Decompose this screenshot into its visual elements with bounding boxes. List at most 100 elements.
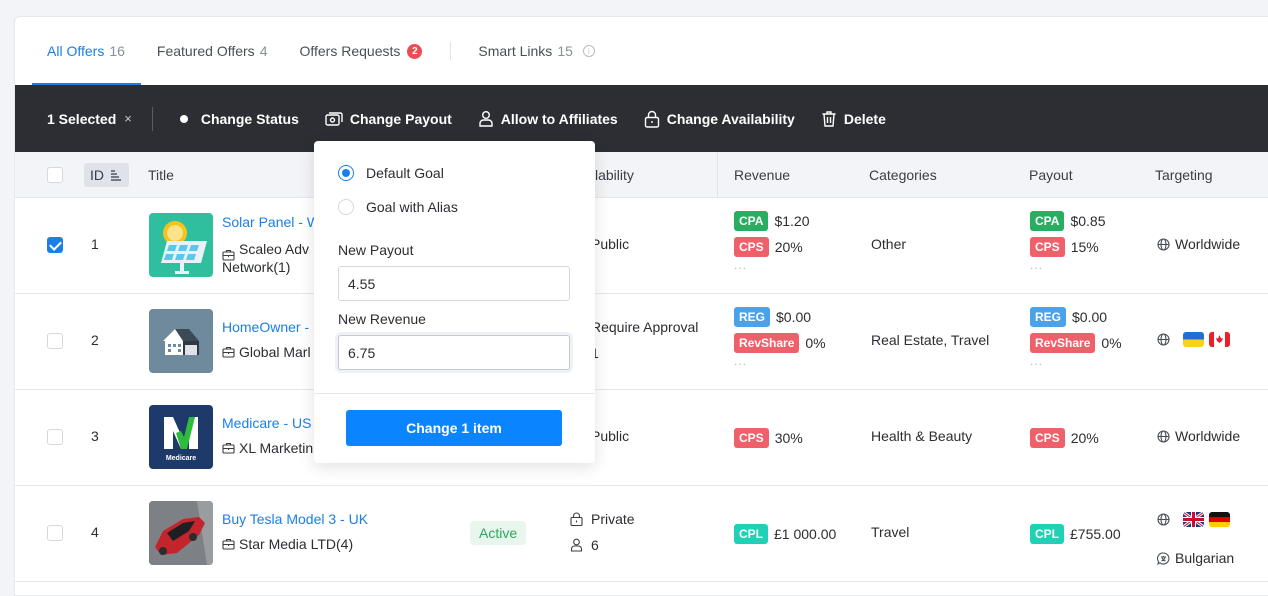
tab-all-offers[interactable]: All Offers 16: [32, 17, 141, 85]
change-status-button[interactable]: Change Status: [179, 111, 299, 127]
button-label: Change Status: [200, 110, 299, 127]
column-targeting[interactable]: Targeting: [1155, 152, 1213, 198]
lock-icon: [644, 110, 659, 128]
radio-unselected-icon[interactable]: [338, 199, 354, 215]
categories: Travel: [871, 524, 910, 540]
goal-type-badge: CPS: [1030, 428, 1065, 448]
offer-title[interactable]: Buy Tesla Model 3 - UK: [222, 511, 368, 527]
revenue-cell: CPS 30%: [734, 425, 803, 451]
advertiser-name-cont: Network(1): [222, 259, 291, 275]
row-checkbox[interactable]: [47, 525, 63, 541]
offers-card: All Offers 16 Featured Offers 4 Offers R…: [14, 16, 1268, 596]
row-checkbox[interactable]: [47, 237, 63, 253]
row-checkbox[interactable]: [47, 333, 63, 349]
selected-count: 1 Selected: [47, 110, 117, 127]
house-image: [163, 329, 199, 355]
new-revenue-input[interactable]: [338, 335, 570, 370]
tab-featured-offers[interactable]: Featured Offers 4: [157, 17, 268, 85]
table-row[interactable]: 3 Medicare Medicare - US XL Marketin Pub…: [15, 390, 1268, 486]
payout-item: CPA $0.85: [1030, 208, 1106, 234]
allow-to-affiliates-button[interactable]: Allow to Affiliates: [478, 110, 618, 127]
revenue-item: CPS 20%: [734, 234, 803, 260]
revenue-value: 30%: [774, 430, 803, 446]
payout-value: £755.00: [1070, 526, 1121, 542]
user-icon: [570, 538, 583, 552]
goal-type-badge: CPA: [1030, 211, 1065, 231]
payout-value: $0.85: [1070, 213, 1106, 229]
select-all-checkbox[interactable]: [47, 167, 63, 183]
revenue-value: 0%: [805, 335, 826, 351]
offer-title[interactable]: Medicare - US: [222, 415, 311, 431]
cash-icon: [325, 111, 343, 126]
revenue-cell: CPA $1.20 CPS 20% ...: [734, 208, 810, 271]
change-availability-button[interactable]: Change Availability: [644, 110, 795, 128]
toolbar-divider: [151, 106, 153, 131]
goal-type-badge: REG: [1030, 307, 1067, 327]
column-title[interactable]: Title: [148, 152, 174, 198]
column-label: ID: [90, 167, 104, 183]
advertiser-name: Scaleo Adv: [239, 241, 310, 257]
payout-cell: CPS 20%: [1030, 425, 1099, 451]
tab-smart-links[interactable]: Smart Links 15 i: [478, 17, 595, 85]
offer-title[interactable]: HomeOwner -: [222, 319, 309, 335]
offer-title-link[interactable]: Solar Panel - W: [222, 214, 320, 230]
payout-item: RevShare 0%: [1030, 330, 1122, 356]
advertiser: XL Marketin: [222, 440, 313, 456]
notification-badge: 2: [407, 43, 423, 59]
radio-label: Goal with Alias: [366, 199, 458, 215]
affiliate-count: 6: [570, 537, 599, 553]
more-goals-indicator[interactable]: ...: [1030, 259, 1043, 271]
revenue-value: £1 000.00: [774, 526, 837, 542]
row-id: 2: [91, 332, 99, 348]
tab-offers-requests[interactable]: Offers Requests 2: [299, 17, 423, 85]
advertiser-name: Global Marl: [239, 344, 311, 360]
offer-title-link[interactable]: Buy Tesla Model 3 - UK: [222, 511, 368, 527]
targeting: Worldwide: [1157, 428, 1240, 444]
radio-selected-icon[interactable]: [338, 165, 354, 181]
briefcase-icon: [222, 538, 235, 550]
id-sort-toggle[interactable]: ID: [84, 163, 129, 187]
language-text: Bulgarian: [1175, 550, 1235, 566]
targeting-geo: [1157, 512, 1230, 527]
button-label: Allow to Affiliates: [500, 110, 618, 127]
more-goals-indicator[interactable]: ...: [734, 259, 747, 271]
availability: Require Approval: [591, 319, 699, 335]
column-revenue[interactable]: Revenue: [734, 152, 790, 198]
column-payout[interactable]: Payout: [1029, 152, 1073, 198]
more-goals-indicator[interactable]: ...: [1030, 355, 1043, 367]
lock-icon: [570, 512, 583, 526]
offer-title[interactable]: Solar Panel - W: [222, 214, 320, 230]
revenue-value: $1.20: [774, 213, 810, 229]
column-id[interactable]: ID: [84, 152, 129, 198]
payout-cell: CPA $0.85 CPS 15% ...: [1030, 208, 1106, 271]
default-goal-radio[interactable]: Default Goal: [338, 165, 444, 181]
targeting: [1157, 332, 1230, 347]
new-payout-input[interactable]: [338, 266, 570, 301]
column-categories[interactable]: Categories: [869, 152, 937, 198]
change-items-button[interactable]: Change 1 item: [346, 410, 562, 446]
table-row[interactable]: 4 Buy Tesla Model 3 - UK Star Media LTD(…: [15, 486, 1268, 582]
table-row[interactable]: 1 Solar Panel - W Scaleo Adv Network(1) …: [15, 198, 1268, 294]
payout-value: $0.00: [1072, 309, 1108, 325]
offer-title-link[interactable]: HomeOwner -: [222, 319, 309, 335]
offer-title-link[interactable]: Medicare - US: [222, 415, 311, 431]
table-row[interactable]: 2 HomeOwner - Global Marl Require Approv…: [15, 294, 1268, 390]
targeting-text: Worldwide: [1175, 236, 1241, 252]
info-icon[interactable]: i: [582, 45, 595, 57]
new-revenue-label: New Revenue: [338, 311, 426, 327]
briefcase-icon: [222, 442, 235, 454]
delete-button[interactable]: Delete: [821, 110, 886, 127]
payout-value: 0%: [1101, 335, 1122, 351]
dot-icon: [179, 114, 188, 123]
targeting: Worldwide: [1157, 236, 1240, 252]
row-checkbox[interactable]: [47, 429, 63, 445]
briefcase-icon: [222, 346, 235, 358]
revenue-value: 20%: [774, 239, 803, 255]
more-goals-indicator[interactable]: ...: [734, 355, 747, 367]
change-payout-button[interactable]: Change Payout: [325, 111, 452, 127]
clear-selection-icon[interactable]: ×: [124, 111, 132, 126]
flag-ukraine-icon: [1183, 332, 1204, 347]
availability-text: Private: [591, 511, 635, 527]
targeting-text: Worldwide: [1175, 428, 1241, 444]
goal-with-alias-radio[interactable]: Goal with Alias: [338, 199, 458, 215]
